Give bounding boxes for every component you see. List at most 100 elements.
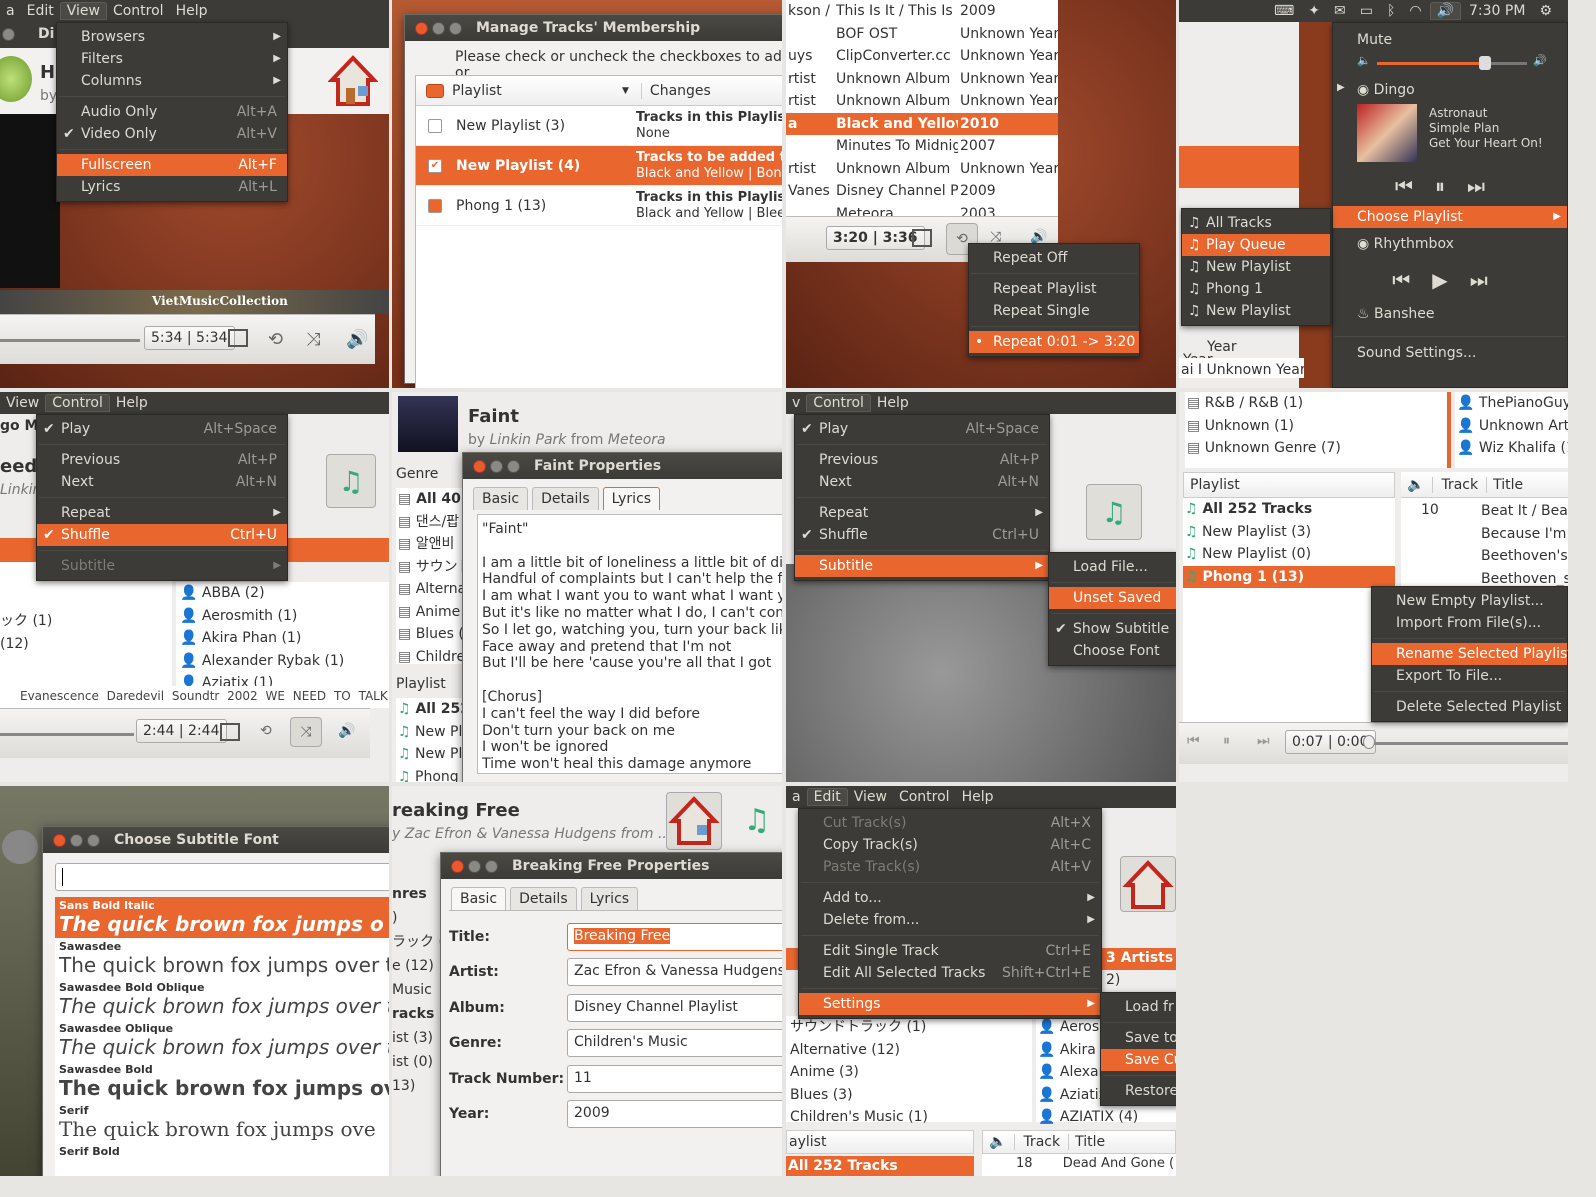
bluetooth-icon[interactable]: ᛒ xyxy=(1381,3,1401,19)
menu-view[interactable]: View xyxy=(59,2,107,20)
field-input[interactable]: Breaking Free xyxy=(567,922,782,951)
menu-control[interactable]: Control xyxy=(893,789,956,805)
window-button-icon[interactable] xyxy=(2,28,15,41)
close-icon[interactable] xyxy=(415,21,428,35)
menu-item-next[interactable]: Next Alt+N xyxy=(795,471,1049,493)
col-title[interactable]: Title xyxy=(1068,1134,1105,1150)
tab-basic[interactable]: Basic xyxy=(473,487,529,510)
dingo-player[interactable]: ▶ ◉ Dingo xyxy=(1333,76,1567,102)
close-icon[interactable] xyxy=(473,459,486,473)
artist-item[interactable]: 👤 Akira Phan (1) xyxy=(176,627,389,650)
shuffle-icon[interactable]: ⤨ xyxy=(290,717,322,747)
menu-item-play[interactable]: ✔ Play Alt+Space xyxy=(37,418,287,440)
artist-item[interactable]: 👤 ThePianoGuys xyxy=(1455,392,1568,415)
table-row[interactable]: New Playlist (3) Tracks in this Playlist N… xyxy=(416,106,782,146)
play-icon[interactable]: ▶ xyxy=(1432,268,1447,292)
banshee-player[interactable]: ♨ Banshee xyxy=(1333,298,1567,332)
volume-slider[interactable]: 🔈 🔊 xyxy=(1333,52,1567,76)
track-row[interactable]: kson / This Is It / This Is It 2009 xyxy=(786,0,1058,23)
home-icon[interactable] xyxy=(1120,856,1176,912)
battery-icon[interactable]: ▭ xyxy=(1354,3,1379,19)
close-icon[interactable] xyxy=(451,859,464,873)
font-item[interactable]: Serif The quick brown fox jumps ove xyxy=(55,1102,389,1143)
menu-file[interactable]: a xyxy=(786,789,807,805)
genre-item[interactable]: ▤ 댄스/팝 xyxy=(396,511,464,534)
next-icon[interactable]: ⏭ xyxy=(1467,174,1485,198)
track-row[interactable]: BOF OST Unknown Year xyxy=(786,23,1058,46)
menu-item-save-to[interactable]: Save to xyxy=(1101,1027,1176,1049)
home-icon[interactable] xyxy=(666,792,722,850)
track-row[interactable]: rtist Unknown Album Unknown Year xyxy=(786,158,1058,181)
menu-item-export-to-file[interactable]: Export To File... xyxy=(1372,665,1567,687)
minimize-icon[interactable] xyxy=(432,21,445,35)
field-input[interactable]: Disney Channel Playlist xyxy=(567,993,782,1022)
mail-icon[interactable]: ✉ xyxy=(1328,3,1352,19)
close-icon[interactable] xyxy=(53,833,66,847)
menu-item-settings[interactable]: Settings ▶ xyxy=(799,993,1101,1015)
pause-icon[interactable]: ⏸ xyxy=(1435,174,1445,198)
table-row[interactable]: Phong 1 (13) Tracks in this Playlist Black… xyxy=(416,186,782,226)
playlist-item[interactable]: ♫ New Playlist (3) xyxy=(1183,521,1395,544)
genre-item[interactable]: ▤ 알앤비 xyxy=(396,533,464,556)
maximize-icon[interactable] xyxy=(485,859,498,873)
artist-item[interactable]: 👤 Alexander Rybak (1) xyxy=(176,650,389,673)
playlist-item[interactable]: ♫ All 252 xyxy=(396,698,464,721)
menu-help[interactable]: Help xyxy=(871,395,915,411)
next-icon[interactable]: ⏭ xyxy=(1257,733,1270,749)
playlist-item[interactable]: ♫ All 252 Tracks xyxy=(1183,498,1395,521)
volume-knob[interactable] xyxy=(1479,56,1491,70)
font-item[interactable]: Sans Bold Italic The quick brown fox jump… xyxy=(55,897,389,938)
menu-item-next[interactable]: Next Alt+N xyxy=(37,471,287,493)
menu-item-previous[interactable]: Previous Alt+P xyxy=(795,449,1049,471)
menu-help[interactable]: Help xyxy=(170,3,214,19)
menu-item-lyrics[interactable]: Lyrics Alt+L xyxy=(57,176,287,198)
genre-item[interactable]: ▤ Unknown Genre (7) xyxy=(1185,437,1447,460)
playlist-submenu-item[interactable]: ♫ All Tracks xyxy=(1182,212,1330,234)
artist-item[interactable]: 👤 Unknown Arti xyxy=(1455,415,1568,438)
keyboard-icon[interactable]: ⌨ xyxy=(1268,3,1300,19)
menu-item-repeat[interactable]: Repeat ▶ xyxy=(795,502,1049,524)
genre-item[interactable]: Alternative (12) xyxy=(786,1039,1032,1062)
playlist-submenu-item[interactable]: ♫ Play Queue xyxy=(1182,234,1330,256)
menu-control[interactable]: Control xyxy=(45,394,110,412)
genre-item[interactable]: ▤ Blues (3 xyxy=(396,623,464,646)
menu-item-shuffle[interactable]: ✔ Shuffle Ctrl+U xyxy=(37,524,287,546)
menu-item-cut-track-s[interactable]: Cut Track(s) Alt+X xyxy=(799,812,1101,834)
minimize-icon[interactable] xyxy=(70,833,83,847)
header-checkbox[interactable] xyxy=(426,83,444,98)
field-input[interactable]: Zac Efron & Vanessa Hudgens xyxy=(567,958,782,987)
playlist-submenu-item[interactable]: ♫ New Playlist xyxy=(1182,256,1330,278)
mute-item[interactable]: Mute xyxy=(1333,26,1567,52)
menu-item-repeat[interactable]: Repeat ▶ xyxy=(37,502,287,524)
menu-item-choose-font[interactable]: Choose Font xyxy=(1049,640,1176,662)
track-row[interactable]: Vanes Disney Channel Pla 2009 xyxy=(786,180,1058,203)
field-input[interactable]: 2009 xyxy=(567,1100,782,1129)
track-title[interactable]: Beethoven's xyxy=(1481,545,1568,568)
menu-help[interactable]: Help xyxy=(110,395,154,411)
shuffle-icon[interactable]: ⤨ xyxy=(306,329,320,350)
menu-item-subtitle[interactable]: Subtitle ▶ xyxy=(795,555,1049,577)
pause-icon[interactable]: ⏸ xyxy=(1223,733,1230,749)
previous-icon[interactable]: ⏮ xyxy=(1395,174,1413,198)
minimize-icon[interactable] xyxy=(468,859,481,873)
track-row[interactable]: rtist Unknown Album Unknown Year xyxy=(786,68,1058,91)
genre-item[interactable]: ▤ All 40 xyxy=(396,488,464,511)
lyrics-textarea[interactable]: "Faint" I am a little bit of loneliness a… xyxy=(477,514,782,774)
rhythmbox-player[interactable]: ◉ Rhythmbox xyxy=(1333,228,1567,262)
genre-item[interactable]: (12) xyxy=(0,633,172,656)
track-row[interactable]: uys ClipConverter.cc Unknown Year xyxy=(786,45,1058,68)
menu-item-fullscreen[interactable]: Fullscreen Alt+F xyxy=(57,154,287,176)
font-item[interactable]: Sawasdee The quick brown fox jumps over t… xyxy=(55,938,389,979)
playlist-item[interactable]: ♫ New Pl xyxy=(396,743,464,766)
field-input[interactable]: Children's Music xyxy=(567,1029,782,1058)
menu-item-columns[interactable]: Columns ▶ xyxy=(57,70,287,92)
repeat-icon[interactable]: ⟲ xyxy=(260,723,272,739)
menu-control[interactable]: Control xyxy=(107,3,170,19)
menu-item-load-file[interactable]: Load File... xyxy=(1049,556,1176,578)
seek-track[interactable] xyxy=(1363,742,1568,745)
menu-item-restore[interactable]: Restore xyxy=(1101,1080,1176,1102)
genre-item[interactable]: Blues (3) xyxy=(786,1084,1032,1107)
menu-item-copy-track-s[interactable]: Copy Track(s) Alt+C xyxy=(799,834,1101,856)
repeat-icon[interactable]: ⟲ xyxy=(268,329,283,350)
network-icon[interactable]: ◠ xyxy=(1403,3,1427,19)
